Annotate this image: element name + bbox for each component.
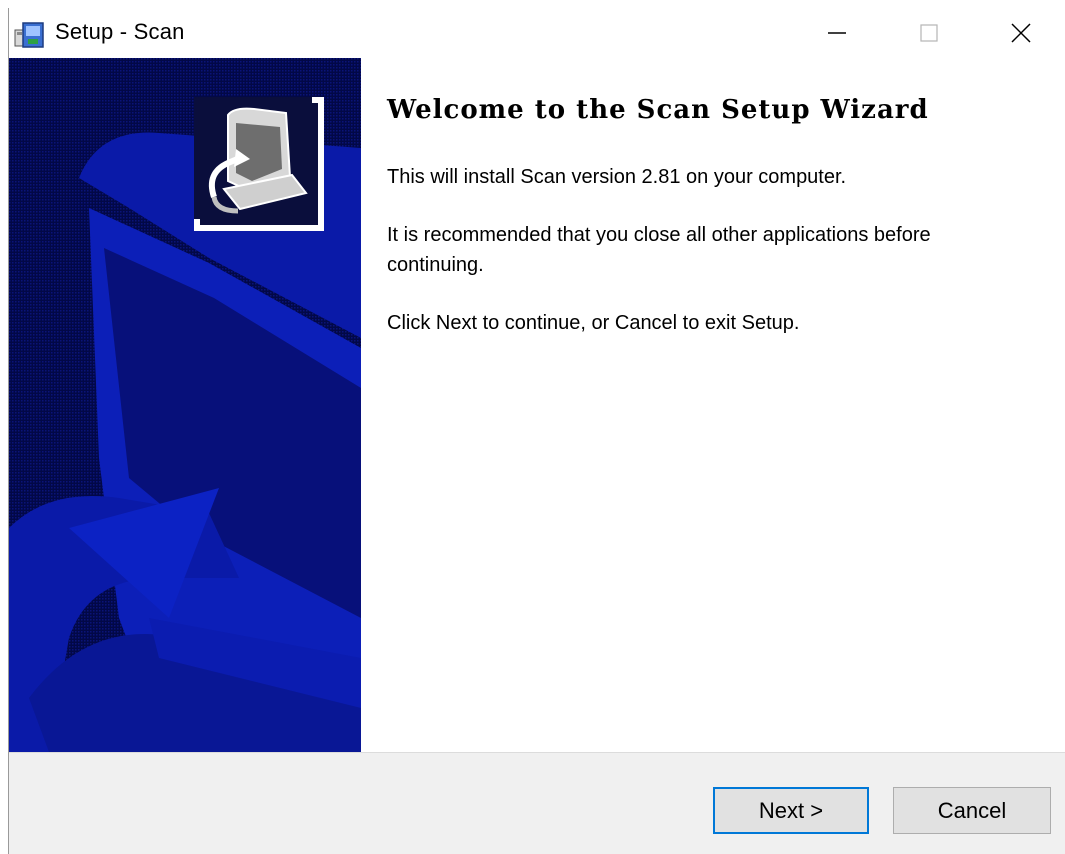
wizard-banner-image (9, 58, 361, 752)
computer-install-icon (194, 97, 312, 219)
continue-instruction: Click Next to continue, or Cancel to exi… (387, 312, 800, 334)
title-bar[interactable]: Setup - Scan (9, 8, 1065, 58)
setup-window: Setup - Scan Welcome to the Scan Setup W… (8, 8, 1065, 854)
welcome-heading: Welcome to the Scan Setup Wizard (387, 95, 929, 125)
minimize-icon (828, 32, 846, 34)
minimize-button[interactable] (791, 8, 883, 58)
maximize-button[interactable] (883, 8, 975, 58)
install-description: This will install Scan version 2.81 on y… (387, 166, 847, 188)
close-button[interactable] (975, 8, 1065, 58)
cancel-button[interactable]: Cancel (893, 787, 1051, 834)
banner-logo (194, 97, 324, 231)
setup-app-icon (13, 20, 47, 50)
next-button[interactable]: Next > (713, 787, 869, 834)
wizard-button-bar: Next > Cancel (9, 752, 1065, 854)
close-icon (1011, 23, 1031, 43)
window-title: Setup - Scan (55, 19, 185, 44)
maximize-icon (920, 24, 938, 42)
close-apps-recommendation: It is recommended that you close all oth… (387, 224, 931, 276)
